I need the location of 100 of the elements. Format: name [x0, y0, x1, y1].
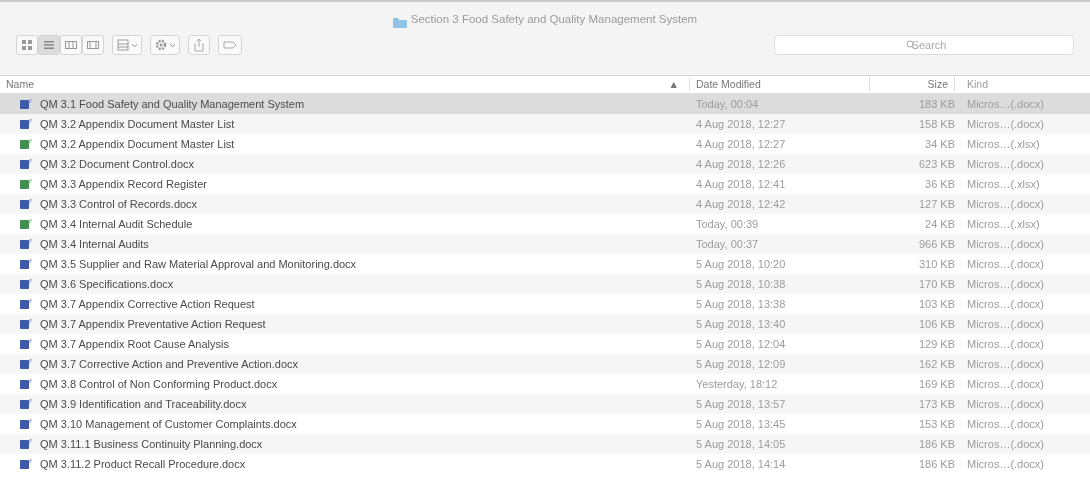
date-modified: 5 Aug 2018, 12:09	[696, 357, 786, 370]
settings-button[interactable]	[150, 35, 180, 55]
excel-file-icon	[20, 218, 32, 230]
file-row[interactable]: QM 3.9 Identification and Traceability.docx 5 Aug 2018, 13:57 173 KB Micros…(.docx)	[0, 394, 1090, 414]
file-row[interactable]: QM 3.7 Appendix Corrective Action Request 5 Aug 2018, 13:38 103 KB Micros…(.docx)	[0, 294, 1090, 314]
date-modified: 5 Aug 2018, 13:38	[696, 297, 786, 310]
column-header[interactable]: Size	[927, 77, 948, 90]
word-file-icon	[20, 378, 32, 390]
sort-indicator[interactable]: ▲	[668, 76, 679, 93]
date-modified: Today, 00:37	[696, 237, 759, 250]
file-size: 106 KB	[918, 317, 955, 330]
date-modified: 5 Aug 2018, 10:20	[696, 257, 786, 270]
file-name: QM 3.7 Corrective Action and Preventive Action.docx	[40, 356, 299, 372]
file-row[interactable]: QM 3.10 Management of Customer Complaints.docx 5 Aug 2018, 13:45 153 KB Micros…(.docx)	[0, 414, 1090, 434]
list-view-button[interactable]	[38, 35, 60, 55]
file-name: QM 3.3 Control of Records.docx	[40, 196, 198, 212]
file-name: QM 3.8 Control of Non Conforming Product.docx	[40, 376, 278, 392]
file-row[interactable]: QM 3.11.1 Business Continuity Planning.docx 5 Aug 2018, 14:05 186 KB Micros…(.docx)	[0, 434, 1090, 454]
column-header[interactable]: Date Modified	[696, 77, 761, 90]
file-kind: Micros…(.docx)	[967, 437, 1044, 450]
file-name: QM 3.1 Food Safety and Quality Management System	[40, 96, 305, 112]
file-name: QM 3.11.2 Product Recall Procedure.docx	[40, 456, 246, 472]
file-row[interactable]: QM 3.2 Appendix Document Master List 4 Aug 2018, 12:27 158 KB Micros…(.docx)	[0, 114, 1090, 134]
file-row[interactable]: QM 3.2 Document Control.docx 4 Aug 2018, 12:26 623 KB Micros…(.docx)	[0, 154, 1090, 174]
date-modified: 4 Aug 2018, 12:41	[696, 177, 786, 190]
folder-icon	[392, 17, 407, 28]
file-name: QM 3.7 Appendix Corrective Action Request	[40, 296, 255, 312]
file-row[interactable]: QM 3.8 Control of Non Conforming Product.docx Yesterday, 18:12 169 KB Micros…(.docx)	[0, 374, 1090, 394]
date-modified: Today, 00:04	[696, 97, 759, 110]
file-size: 36 KB	[925, 177, 955, 190]
icon-view-button[interactable]	[16, 35, 38, 55]
file-kind: Micros…(.xlsx)	[967, 177, 1040, 190]
file-size: 186 KB	[918, 457, 955, 470]
tag-button[interactable]	[218, 35, 242, 55]
excel-file-icon	[20, 138, 32, 150]
file-size: 170 KB	[918, 277, 955, 290]
column-header[interactable]: Name	[6, 76, 34, 93]
file-row[interactable]: QM 3.3 Appendix Record Register 4 Aug 2018, 12:41 36 KB Micros…(.xlsx)	[0, 174, 1090, 194]
word-file-icon	[20, 198, 32, 210]
file-name: QM 3.10 Management of Customer Complaints.docx	[40, 416, 297, 432]
file-row[interactable]: QM 3.11.2 Product Recall Procedure.docx 5 Aug 2018, 14:14 186 KB Micros…(.docx)	[0, 454, 1090, 474]
file-kind: Micros…(.docx)	[967, 297, 1044, 310]
file-kind: Micros…(.docx)	[967, 457, 1044, 470]
word-file-icon	[20, 438, 32, 450]
file-size: 186 KB	[918, 437, 955, 450]
file-row[interactable]: QM 3.3 Control of Records.docx 4 Aug 2018, 12:42 127 KB Micros…(.docx)	[0, 194, 1090, 214]
date-modified: Today, 00:39	[696, 217, 759, 230]
file-row[interactable]: QM 3.6 Specifications.docx 5 Aug 2018, 10:38 170 KB Micros…(.docx)	[0, 274, 1090, 294]
window-title: Section 3 Food Safety and Quality Management System	[410, 11, 698, 27]
word-file-icon	[20, 258, 32, 270]
file-name: QM 3.2 Appendix Document Master List	[40, 136, 235, 152]
file-kind: Micros…(.docx)	[967, 277, 1044, 290]
file-kind: Micros…(.xlsx)	[967, 137, 1040, 150]
date-modified: 5 Aug 2018, 10:38	[696, 277, 786, 290]
date-modified: 5 Aug 2018, 13:45	[696, 417, 786, 430]
file-kind: Micros…(.docx)	[967, 397, 1044, 410]
word-file-icon	[20, 118, 32, 130]
list-icon	[42, 38, 56, 52]
file-name: QM 3.2 Appendix Document Master List	[40, 116, 235, 132]
word-file-icon	[20, 458, 32, 470]
file-size: 162 KB	[918, 357, 955, 370]
file-size: 129 KB	[918, 337, 955, 350]
file-row[interactable]: QM 3.7 Corrective Action and Preventive Action.docx 5 Aug 2018, 12:09 162 KB Micros…(.docx)	[0, 354, 1090, 374]
grid-icon	[20, 38, 34, 52]
file-name: QM 3.6 Specifications.docx	[40, 276, 174, 292]
file-kind: Micros…(.docx)	[967, 197, 1044, 210]
file-kind: Micros…(.docx)	[967, 377, 1044, 390]
column-view-button[interactable]	[60, 35, 82, 55]
word-file-icon	[20, 238, 32, 250]
arrange-button[interactable]	[112, 35, 142, 55]
file-row[interactable]: QM 3.7 Appendix Preventative Action Request 5 Aug 2018, 13:40 106 KB Micros…(.docx)	[0, 314, 1090, 334]
file-kind: Micros…(.docx)	[967, 237, 1044, 250]
file-row[interactable]: QM 3.1 Food Safety and Quality Management System Today, 00:04 183 KB Micros…(.docx)	[0, 94, 1090, 114]
date-modified: 5 Aug 2018, 12:04	[696, 337, 786, 350]
share-icon	[192, 38, 206, 52]
word-file-icon	[20, 338, 32, 350]
file-name: QM 3.7 Appendix Preventative Action Request	[40, 316, 266, 332]
date-modified: 5 Aug 2018, 13:57	[696, 397, 786, 410]
file-size: 183 KB	[918, 97, 955, 110]
file-size: 310 KB	[918, 257, 955, 270]
date-modified: Yesterday, 18:12	[696, 377, 778, 390]
word-file-icon	[20, 158, 32, 170]
file-row[interactable]: QM 3.4 Internal Audits Today, 00:37 966 KB Micros…(.docx)	[0, 234, 1090, 254]
share-button[interactable]	[188, 35, 210, 55]
file-name: QM 3.9 Identification and Traceability.docx	[40, 396, 247, 412]
word-file-icon	[20, 278, 32, 290]
file-size: 153 KB	[918, 417, 955, 430]
file-size: 158 KB	[918, 117, 955, 130]
file-name: QM 3.2 Document Control.docx	[40, 156, 195, 172]
word-file-icon	[20, 98, 32, 110]
file-row[interactable]: QM 3.5 Supplier and Raw Material Approval and Monitoring.docx 5 Aug 2018, 10:20 310 KB Micros…(.docx)	[0, 254, 1090, 274]
search-field[interactable]: Search	[774, 35, 1074, 55]
file-row[interactable]: QM 3.7 Appendix Root Cause Analysis 5 Aug 2018, 12:04 129 KB Micros…(.docx)	[0, 334, 1090, 354]
file-row[interactable]: QM 3.4 Internal Audit Schedule Today, 00:39 24 KB Micros…(.xlsx)	[0, 214, 1090, 234]
gallery-icon	[86, 38, 100, 52]
file-size: 34 KB	[925, 137, 955, 150]
file-name: QM 3.3 Appendix Record Register	[40, 176, 207, 192]
gallery-view-button[interactable]	[82, 35, 104, 55]
file-row[interactable]: QM 3.2 Appendix Document Master List 4 Aug 2018, 12:27 34 KB Micros…(.xlsx)	[0, 134, 1090, 154]
file-name: QM 3.5 Supplier and Raw Material Approval and Monitoring.docx	[40, 256, 357, 272]
